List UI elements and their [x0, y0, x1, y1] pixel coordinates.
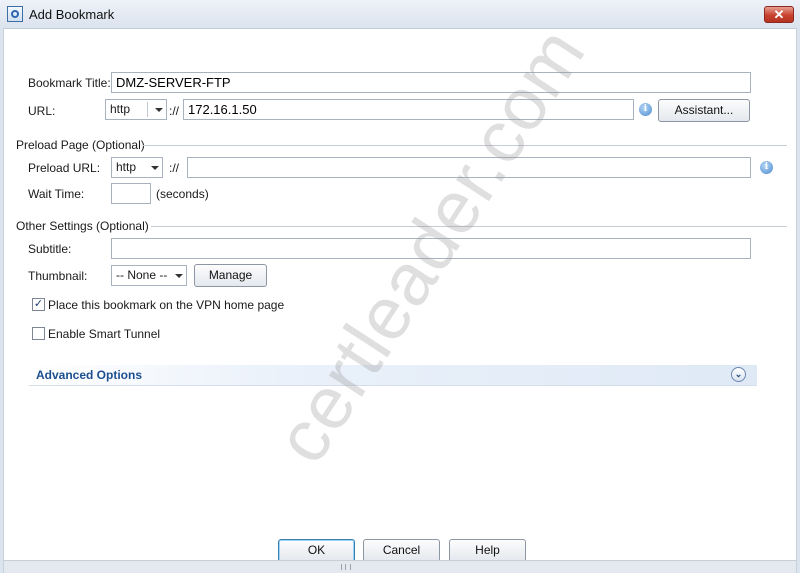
advanced-options-label: Advanced Options [36, 368, 143, 382]
preload-protocol-value: http [116, 160, 137, 174]
thumbnail-value: -- None -- [116, 268, 168, 282]
chevron-down-icon [155, 108, 163, 112]
close-button[interactable]: ✕ [764, 6, 794, 23]
assistant-button[interactable]: Assistant... [658, 99, 750, 122]
bookmark-title-label: Bookmark Title: [28, 76, 111, 90]
status-bar [4, 560, 796, 573]
smart-tunnel-checkbox[interactable] [32, 327, 45, 340]
url-input[interactable]: 172.16.1.50 [183, 99, 634, 120]
info-icon[interactable]: i [639, 103, 652, 116]
app-icon [7, 6, 23, 22]
thumbnail-label: Thumbnail: [28, 269, 88, 283]
place-bookmark-label: Place this bookmark on the VPN home page [48, 298, 285, 312]
window-title: Add Bookmark [29, 7, 115, 22]
help-button[interactable]: Help [449, 539, 526, 562]
other-settings-section-divider [151, 226, 787, 227]
url-separator: :// [169, 104, 180, 118]
url-protocol-select[interactable]: http [105, 99, 167, 120]
ok-button[interactable]: OK [278, 539, 355, 562]
chevron-down-icon [175, 274, 183, 278]
window-frame-right [796, 28, 800, 573]
bookmark-title-input[interactable]: DMZ-SERVER-FTP [111, 72, 751, 93]
cancel-button[interactable]: Cancel [363, 539, 440, 562]
chevron-down-icon [151, 166, 159, 170]
window-frame-left [0, 28, 4, 573]
url-label: URL: [28, 104, 56, 118]
subtitle-label: Subtitle: [28, 242, 72, 256]
preload-protocol-select[interactable]: http [111, 157, 163, 178]
preload-url-separator: :// [169, 161, 180, 175]
resize-grip-icon[interactable] [341, 564, 351, 570]
wait-time-label: Wait Time: [28, 187, 85, 201]
select-divider [147, 102, 148, 117]
place-bookmark-checkbox[interactable]: ✓ [32, 298, 45, 311]
wait-time-unit: (seconds) [156, 187, 209, 201]
smart-tunnel-label: Enable Smart Tunnel [48, 327, 161, 341]
double-chevron-down-icon[interactable]: ⌄ [731, 367, 746, 382]
thumbnail-select[interactable]: -- None -- [111, 265, 187, 286]
advanced-options-bar[interactable]: Advanced Options ⌄ [29, 365, 757, 386]
info-icon[interactable]: i [760, 161, 773, 174]
wait-time-input[interactable] [111, 183, 151, 204]
manage-button[interactable]: Manage [194, 264, 267, 287]
subtitle-input[interactable] [111, 238, 751, 259]
preload-section-divider [143, 145, 787, 146]
preload-url-label: Preload URL: [28, 161, 101, 175]
preload-url-input[interactable] [187, 157, 751, 178]
title-bar: Add Bookmark ✕ [0, 0, 800, 29]
other-settings-section-label: Other Settings (Optional) [16, 219, 149, 233]
preload-section-label: Preload Page (Optional) [16, 138, 145, 152]
url-protocol-value: http [110, 102, 131, 116]
